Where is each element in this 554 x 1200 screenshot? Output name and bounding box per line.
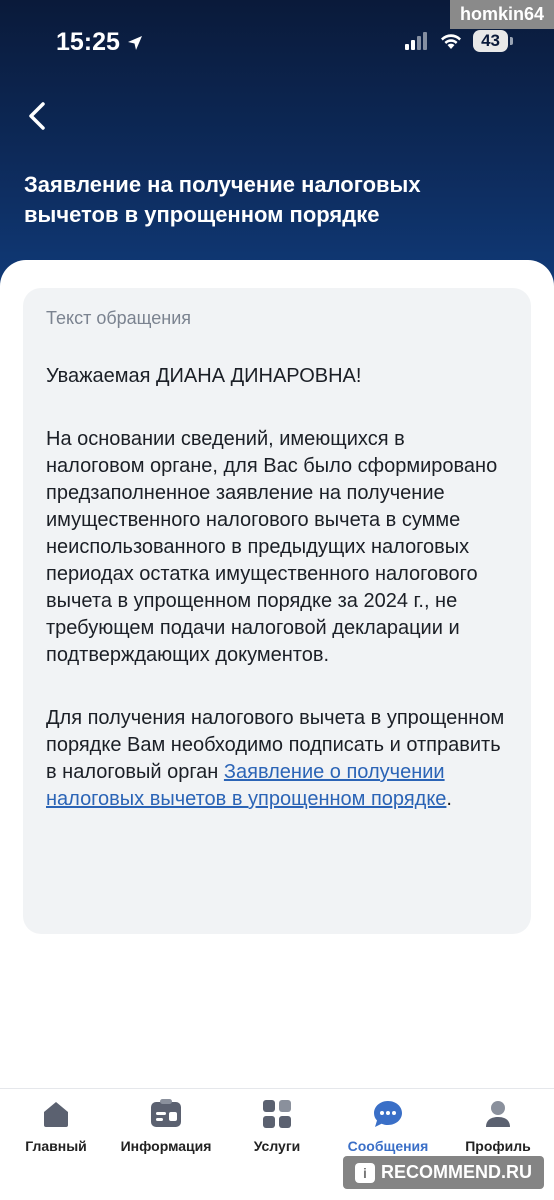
info-card-icon [149,1097,183,1131]
back-button[interactable] [20,96,54,136]
recommend-logo-icon: i [355,1162,375,1183]
message-paragraph-2: Для получения налогового вычета в упроще… [46,705,507,813]
tab-services-label: Услуги [253,1138,301,1154]
status-time: 15:25 [56,28,144,57]
profile-icon [481,1097,515,1131]
tab-profile-label: Профиль [465,1138,531,1154]
tab-messages[interactable]: Сообщения [333,1097,443,1154]
wifi-icon [441,34,462,49]
time-text: 15:25 [56,28,120,56]
battery-indicator: 43 [473,30,513,52]
tab-information[interactable]: Информация [111,1097,221,1154]
tab-profile[interactable]: Профиль [443,1097,553,1154]
message-paragraph-1: На основании сведений, имеющихся в налог… [46,428,498,666]
location-arrow-icon [127,35,142,50]
content-sheet: Текст обращения Уважаемая ДИАНА ДИНАРОВН… [0,260,554,1090]
grid-icon [260,1097,294,1131]
tab-information-label: Информация [120,1138,212,1154]
watermark-username: homkin64 [449,0,554,29]
tab-home-label: Главный [25,1138,87,1154]
recommend-watermark-text: RECOMMEND.RU [381,1162,532,1182]
chat-icon [371,1097,405,1131]
tab-messages-label: Сообщения [347,1138,429,1154]
message-label: Текст обращения [46,308,192,328]
page-title: Заявление на получение налоговых вычетов… [24,172,421,227]
chevron-left-icon [29,102,45,130]
paragraph-2-suffix: . [446,788,452,810]
tab-home[interactable]: Главный [1,1097,111,1154]
home-icon [39,1097,73,1131]
recommend-watermark: i RECOMMEND.RU [343,1156,544,1189]
cellular-signal-icon [405,32,428,50]
message-card: Текст обращения Уважаемая ДИАНА ДИНАРОВН… [23,288,531,934]
tab-services[interactable]: Услуги [222,1097,332,1154]
status-icons: 43 [405,30,513,52]
message-greeting: Уважаемая ДИАНА ДИНАРОВНА! [46,365,362,387]
status-bar: 15:25 43 homkin64 [0,0,554,84]
